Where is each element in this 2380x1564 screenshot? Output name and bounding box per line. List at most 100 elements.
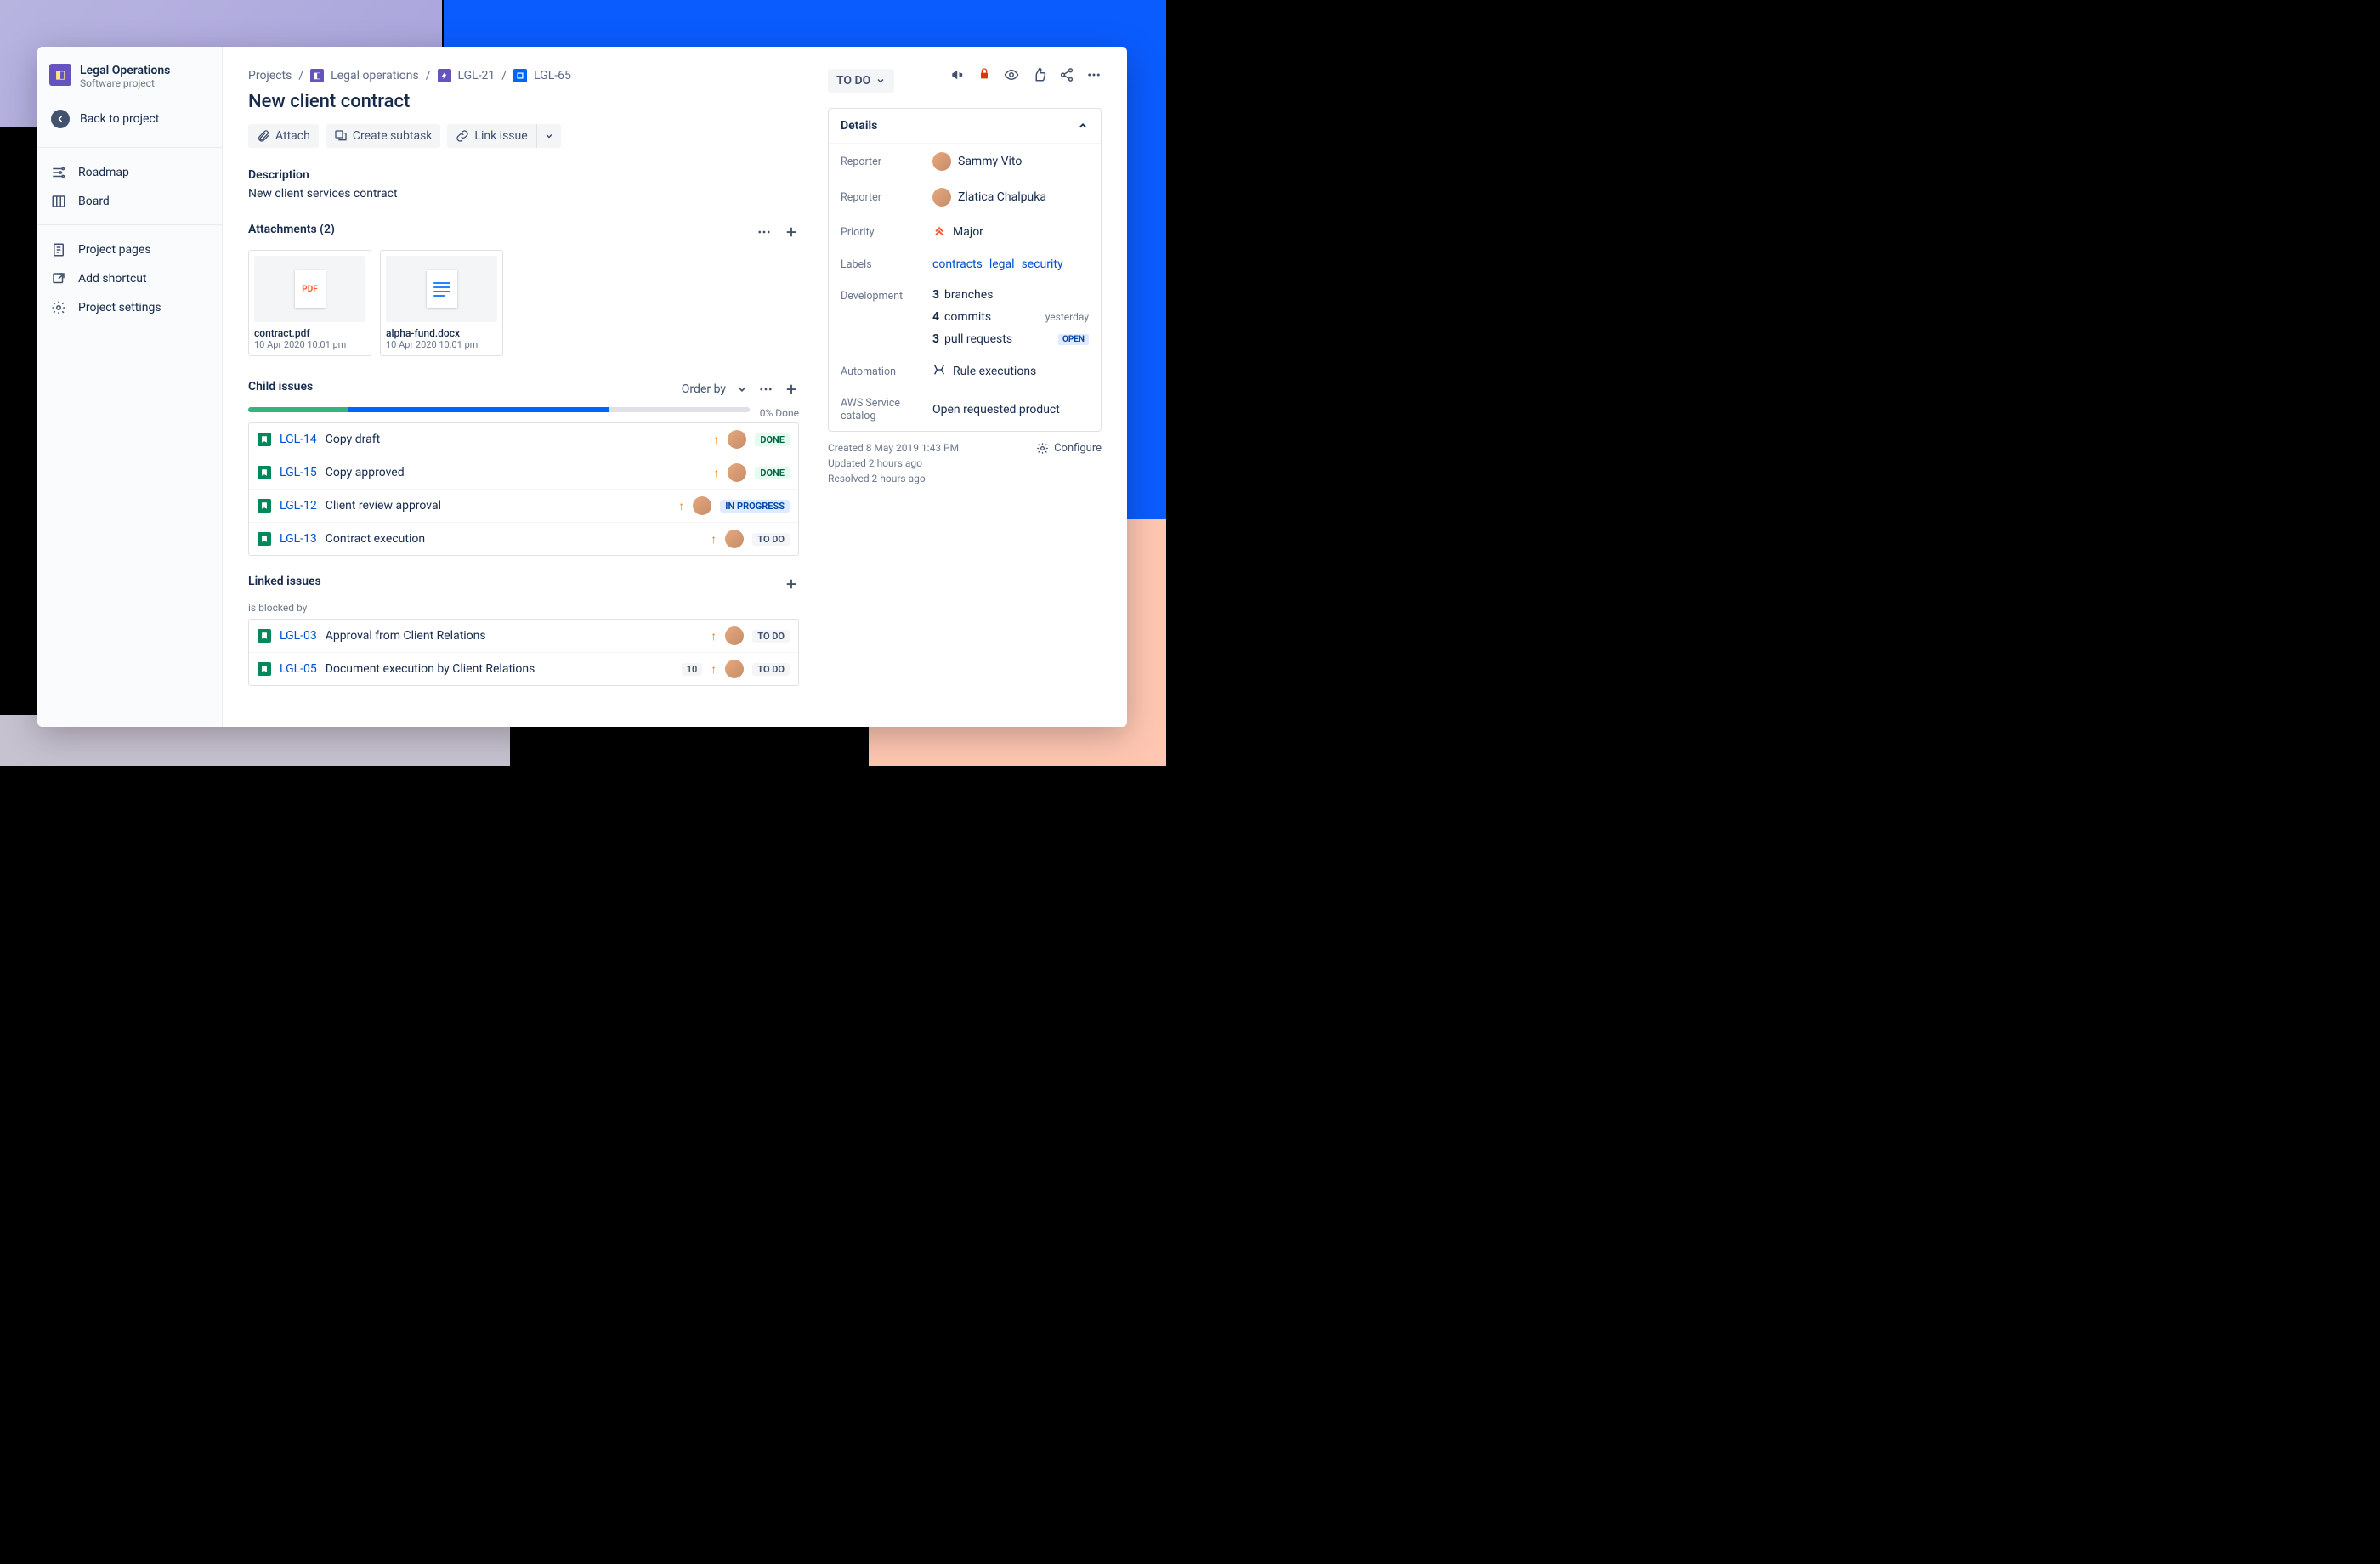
issue-key[interactable]: LGL-13 xyxy=(280,532,317,546)
status-badge[interactable]: TO DO xyxy=(752,663,790,676)
chevron-up-icon xyxy=(1077,120,1089,132)
status-value: TO DO xyxy=(836,74,870,88)
nav-label: Board xyxy=(78,195,110,208)
issue-row[interactable]: LGL-12 Client review approval ↑ IN PROGR… xyxy=(249,490,798,523)
status-dropdown[interactable]: TO DO xyxy=(828,69,894,93)
created-date: Created 8 May 2019 1:43 PM xyxy=(828,442,959,454)
attachment-card[interactable]: alpha-fund.docx 10 Apr 2020 10:01 pm xyxy=(380,250,503,356)
feedback-icon[interactable] xyxy=(950,67,966,82)
share-icon[interactable] xyxy=(1059,67,1074,82)
issue-key[interactable]: LGL-14 xyxy=(280,433,317,446)
updated-date: Updated 2 hours ago xyxy=(828,457,959,469)
add-attachment-icon[interactable] xyxy=(784,224,799,240)
chevron-down-icon xyxy=(876,76,886,86)
chevron-down-icon[interactable] xyxy=(736,383,748,395)
issue-type-icon xyxy=(258,629,271,643)
issue-summary: Client review approval xyxy=(326,499,671,513)
label-tag[interactable]: security xyxy=(1022,258,1063,271)
dev-line[interactable]: 3 branches xyxy=(932,288,1089,302)
dev-meta: yesterday xyxy=(1046,311,1089,323)
status-badge[interactable]: DONE xyxy=(755,467,790,479)
child-issues-list: LGL-14 Copy draft ↑ DONE LGL-15 Copy app… xyxy=(248,422,799,556)
child-more-icon[interactable] xyxy=(758,382,774,397)
label-tag[interactable]: legal xyxy=(989,258,1015,271)
status-badge[interactable]: DONE xyxy=(755,434,790,446)
configure-button[interactable]: Configure xyxy=(1036,442,1102,455)
assignee-avatar[interactable] xyxy=(693,496,711,515)
sidebar-item-project-settings[interactable]: Project settings xyxy=(49,293,210,322)
crumb-epic[interactable]: LGL-21 xyxy=(458,69,496,82)
issue-key[interactable]: LGL-15 xyxy=(280,466,317,479)
crumb-story[interactable]: LGL-65 xyxy=(534,69,571,82)
priority-value[interactable]: Major xyxy=(953,225,983,239)
dev-line[interactable]: 4 commitsyesterday xyxy=(932,310,1089,324)
assignee-avatar[interactable] xyxy=(725,626,744,645)
status-badge[interactable]: TO DO xyxy=(752,630,790,643)
issue-row[interactable]: LGL-14 Copy draft ↑ DONE xyxy=(249,423,798,456)
aws-label: AWS Service catalog xyxy=(841,397,922,422)
more-icon[interactable] xyxy=(1086,67,1102,82)
add-child-icon[interactable] xyxy=(784,382,799,397)
link-issue-dropdown[interactable] xyxy=(536,124,561,148)
issue-key[interactable]: LGL-03 xyxy=(280,629,317,643)
roadmap-icon xyxy=(51,165,66,180)
issue-row[interactable]: LGL-05 Document execution by Client Rela… xyxy=(249,653,798,685)
nav-label: Roadmap xyxy=(78,166,129,179)
attachments-more-icon[interactable] xyxy=(756,224,772,240)
dev-line[interactable]: 3 pull requestsOPEN xyxy=(932,332,1089,346)
issue-key[interactable]: LGL-05 xyxy=(280,662,317,676)
priority-up-icon: ↑ xyxy=(713,433,719,447)
sidebar-item-project-pages[interactable]: Project pages xyxy=(49,235,210,264)
nav-label: Add shortcut xyxy=(78,272,147,286)
reporter-name[interactable]: Zlatica Chalpuka xyxy=(958,190,1046,204)
automation-value[interactable]: Rule executions xyxy=(953,365,1036,378)
crumb-project[interactable]: Legal operations xyxy=(331,69,419,82)
development-label: Development xyxy=(841,288,922,303)
child-issues-heading: Child issues xyxy=(248,380,313,394)
description-text[interactable]: New client services contract xyxy=(248,187,799,201)
crumb-projects[interactable]: Projects xyxy=(248,69,292,82)
sidebar-item-roadmap[interactable]: Roadmap xyxy=(49,158,210,187)
issue-row[interactable]: LGL-13 Contract execution ↑ TO DO xyxy=(249,523,798,555)
assignee-avatar[interactable] xyxy=(725,660,744,678)
issue-row[interactable]: LGL-15 Copy approved ↑ DONE xyxy=(249,456,798,490)
reporter-label: Reporter xyxy=(841,191,922,204)
automation-icon xyxy=(932,363,946,380)
issue-title[interactable]: New client contract xyxy=(248,91,799,112)
avatar xyxy=(932,152,951,171)
attach-button[interactable]: Attach xyxy=(248,124,319,148)
lock-icon[interactable] xyxy=(978,67,991,82)
order-by-label[interactable]: Order by xyxy=(682,382,726,396)
issue-row[interactable]: LGL-03 Approval from Client Relations ↑ … xyxy=(249,620,798,653)
back-to-project[interactable]: Back to project xyxy=(49,105,210,147)
sidebar-item-add-shortcut[interactable]: Add shortcut xyxy=(49,264,210,293)
aws-value[interactable]: Open requested product xyxy=(932,403,1060,416)
watch-icon[interactable] xyxy=(1003,67,1020,82)
linked-issues-list: LGL-03 Approval from Client Relations ↑ … xyxy=(248,619,799,686)
project-header: ◧ Legal Operations Software project xyxy=(49,64,210,89)
issue-key[interactable]: LGL-12 xyxy=(280,499,317,513)
linked-relation: is blocked by xyxy=(248,602,799,614)
issue-type-icon xyxy=(258,499,271,513)
status-badge[interactable]: IN PROGRESS xyxy=(720,500,790,513)
nav-label: Project pages xyxy=(78,243,151,257)
sidebar-item-board[interactable]: Board xyxy=(49,187,210,216)
like-icon[interactable] xyxy=(1032,67,1047,82)
details-header[interactable]: Details xyxy=(829,109,1101,144)
label-tag[interactable]: contracts xyxy=(932,258,983,271)
attachment-card[interactable]: PDF contract.pdf 10 Apr 2020 10:01 pm xyxy=(248,250,371,356)
gear-icon xyxy=(51,300,66,315)
link-issue-button[interactable]: Link issue xyxy=(447,124,536,148)
assignee-avatar[interactable] xyxy=(728,463,746,482)
assignee-avatar[interactable] xyxy=(728,430,746,449)
assignee-avatar[interactable] xyxy=(725,530,744,548)
attach-icon xyxy=(257,129,270,143)
issue-summary: Document execution by Client Relations xyxy=(326,662,673,676)
story-icon xyxy=(513,69,527,82)
create-subtask-button[interactable]: Create subtask xyxy=(326,124,441,148)
details-panel: Details Reporter Sammy Vito Reporter Zla… xyxy=(828,108,1102,432)
reporter-name[interactable]: Sammy Vito xyxy=(958,155,1022,168)
add-linked-icon[interactable] xyxy=(784,576,799,592)
status-badge[interactable]: TO DO xyxy=(752,533,790,546)
labels-list[interactable]: contracts legal security xyxy=(932,258,1089,271)
